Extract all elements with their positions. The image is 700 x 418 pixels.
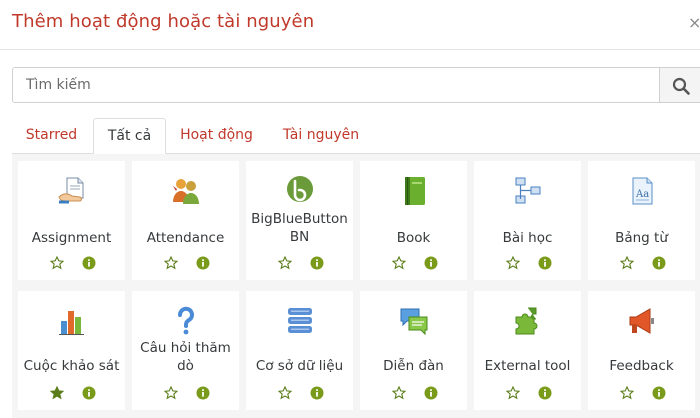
module-label: Assignment <box>31 230 112 246</box>
megaphone-icon <box>629 308 654 334</box>
module-database[interactable]: Cơ sở dữ liệu <box>246 291 353 410</box>
info-icon[interactable] <box>652 386 666 400</box>
question-icon <box>178 306 194 335</box>
info-icon[interactable] <box>538 386 552 400</box>
info-icon[interactable] <box>310 386 324 400</box>
star-outline-icon[interactable] <box>620 256 634 270</box>
star-outline-icon[interactable] <box>620 386 634 400</box>
module-label: Diễn đàn <box>383 358 444 374</box>
module-label: Feedback <box>609 358 674 374</box>
module-book[interactable]: Book <box>360 161 467 280</box>
svg-text:Aa: Aa <box>635 189 649 200</box>
module-label: Bảng từ <box>615 230 668 246</box>
module-label: Cơ sở dữ liệu <box>255 358 344 374</box>
module-attendance[interactable]: Attendance <box>132 161 239 280</box>
module-label: BigBlueButton BN <box>251 211 348 245</box>
module-bigbluebutton[interactable]: BigBlueButton BN <box>246 161 353 280</box>
module-label: Attendance <box>146 230 225 246</box>
star-outline-icon[interactable] <box>50 256 64 270</box>
star-outline-icon[interactable] <box>278 256 292 270</box>
search-input[interactable] <box>13 68 653 102</box>
puzzle-icon <box>515 307 538 335</box>
info-icon[interactable] <box>196 386 210 400</box>
module-label: External tool <box>484 358 571 374</box>
module-choice[interactable]: Câu hỏi thăm dò <box>132 291 239 410</box>
star-outline-icon[interactable] <box>506 256 520 270</box>
info-icon[interactable] <box>424 386 438 400</box>
forum-icon <box>400 308 428 336</box>
bigbluebutton-icon <box>287 176 313 202</box>
module-label: Bài học <box>502 230 553 246</box>
close-icon[interactable]: × <box>688 13 700 32</box>
book-icon <box>405 177 425 205</box>
star-filled-icon[interactable] <box>50 386 64 400</box>
info-icon[interactable] <box>424 256 438 270</box>
module-external-tool[interactable]: External tool <box>474 291 581 410</box>
info-icon[interactable] <box>82 386 96 400</box>
lesson-icon <box>515 177 541 204</box>
info-icon[interactable] <box>82 256 96 270</box>
dialog-header: Thêm hoạt động hoặc tài nguyên × <box>0 0 700 50</box>
glossary-icon: Aa <box>632 177 653 205</box>
info-icon[interactable] <box>310 256 324 270</box>
info-icon[interactable] <box>196 256 210 270</box>
info-icon[interactable] <box>652 256 666 270</box>
star-outline-icon[interactable] <box>164 386 178 400</box>
star-outline-icon[interactable] <box>506 386 520 400</box>
tab-all[interactable]: Tất cả <box>93 118 166 155</box>
module-forum[interactable]: Diễn đàn <box>360 291 467 410</box>
module-lesson[interactable]: Bài học <box>474 161 581 280</box>
star-outline-icon[interactable] <box>278 386 292 400</box>
search-button[interactable] <box>659 68 700 102</box>
star-outline-icon[interactable] <box>392 256 406 270</box>
search-box <box>12 67 700 103</box>
tab-starred[interactable]: Starred <box>12 118 91 154</box>
tab-activities[interactable]: Hoạt động <box>168 118 265 154</box>
assignment-icon <box>58 177 84 204</box>
star-outline-icon[interactable] <box>164 256 178 270</box>
database-icon <box>288 308 312 333</box>
module-glossary[interactable]: Aa Bảng từ <box>588 161 695 280</box>
module-feedback[interactable]: Feedback <box>588 291 695 410</box>
search-icon <box>672 77 690 95</box>
tab-bar: Starred Tất cả Hoạt động Tài nguyên <box>12 118 700 155</box>
module-label: Cuộc khảo sát <box>23 358 120 374</box>
module-assignment[interactable]: Assignment <box>18 161 125 280</box>
module-survey[interactable]: Cuộc khảo sát <box>18 291 125 410</box>
module-grid: Assignment Attendance BigBlueButton BN B… <box>12 154 700 418</box>
module-label: Book <box>396 230 431 246</box>
attendance-icon <box>173 179 199 204</box>
survey-icon <box>59 311 84 335</box>
module-label: Câu hỏi thăm dò <box>140 340 231 374</box>
tab-resources[interactable]: Tài nguyên <box>269 118 373 154</box>
dialog-title: Thêm hoạt động hoặc tài nguyên <box>12 11 315 32</box>
info-icon[interactable] <box>538 256 552 270</box>
star-outline-icon[interactable] <box>392 386 406 400</box>
